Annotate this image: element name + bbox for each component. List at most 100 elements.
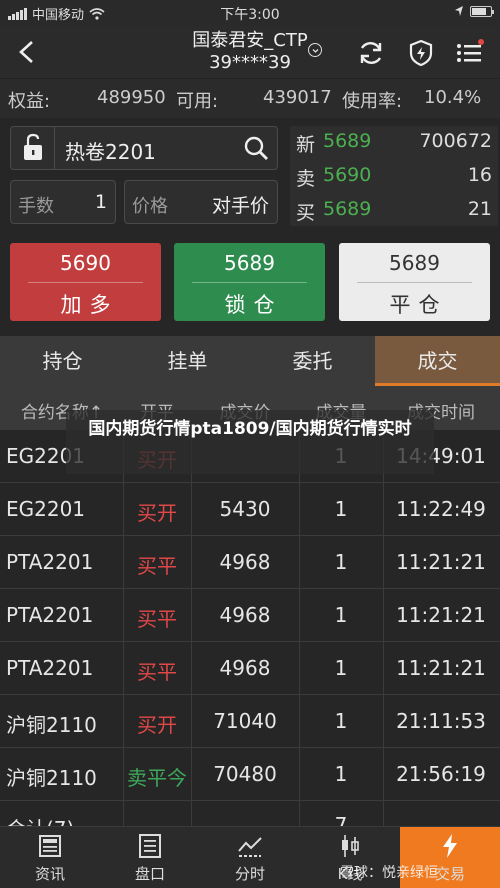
price-value[interactable]: 对手价 [212, 191, 269, 218]
buy-open-button[interactable]: 5690 加多 [10, 243, 161, 321]
cell-price: 71040 [213, 709, 277, 733]
article-title-overlay: 国内期货行情pta1809/国内期货行情实时 [66, 410, 434, 474]
orderbook-icon [139, 834, 161, 858]
quote-label: 卖 [296, 168, 316, 190]
total-qty: 7 [334, 813, 348, 826]
cell-qty: 1 [334, 603, 348, 627]
candlestick-icon [342, 835, 359, 857]
tab-trades[interactable]: 成交 [375, 336, 500, 386]
cell-side: 买开 [137, 713, 177, 737]
close-price: 5689 [389, 251, 440, 275]
lightning-icon [443, 834, 457, 858]
buy-price: 5690 [60, 251, 111, 275]
menu-icon[interactable] [454, 38, 484, 68]
price-label: 价格 [132, 196, 168, 217]
quote-price: 5690 [323, 164, 372, 186]
total-label: 合计(7) [6, 813, 122, 826]
usage-value: 10.4% [424, 87, 482, 108]
cell-contract: 沪铜2110 [6, 766, 97, 790]
tab-orders[interactable]: 委托 [250, 336, 375, 386]
nav-intraday[interactable]: 分时 [200, 827, 300, 888]
cell-side: 买开 [137, 501, 177, 525]
cell-price: 70480 [213, 762, 277, 786]
buy-action: 加多 [60, 293, 119, 317]
shield-icon[interactable] [406, 38, 436, 68]
cell-side: 买平 [137, 554, 177, 578]
symbol-field[interactable]: 热卷2201 [10, 126, 278, 170]
cell-price: 4968 [219, 603, 271, 627]
table-row[interactable]: PTA2201 买平 4968 1 11:21:21 [0, 589, 500, 642]
nav-orderbook-label: 盘口 [134, 865, 165, 883]
table-row[interactable]: PTA2201 买平 4968 1 11:21:21 [0, 642, 500, 695]
nav-news[interactable]: 资讯 [0, 827, 100, 888]
quote-label: 买 [296, 202, 316, 224]
cell-qty: 1 [334, 497, 348, 521]
battery-icon [470, 5, 494, 17]
nav-news-label: 资讯 [34, 865, 65, 883]
cell-time: 21:56:19 [396, 762, 486, 786]
cell-contract: PTA2201 [6, 656, 94, 680]
equity-label: 权益: [8, 91, 51, 112]
available-value: 439017 [263, 87, 332, 108]
quote-price: 5689 [323, 130, 372, 152]
cell-side: 买平 [137, 607, 177, 631]
tab-pending[interactable]: 挂单 [125, 336, 250, 386]
lock-toggle[interactable] [11, 127, 55, 169]
quote-price: 5689 [323, 198, 372, 220]
cell-time: 21:11:53 [396, 709, 486, 733]
chevron-down-icon[interactable] [308, 43, 322, 57]
unlock-icon [24, 133, 42, 160]
quantity-value[interactable]: 1 [95, 191, 107, 213]
cell-time: 11:21:21 [396, 550, 486, 574]
lock-price: 5689 [224, 251, 275, 275]
table-total-row: 合计(7) 7 [0, 801, 500, 826]
refresh-icon[interactable] [356, 38, 386, 68]
table-row[interactable]: EG2201 买开 5430 1 11:22:49 [0, 483, 500, 536]
quantity-field[interactable]: 手数 1 [10, 180, 116, 224]
lock-action: 锁仓 [224, 293, 283, 317]
search-icon[interactable] [243, 135, 269, 161]
account-summary: 权益: 489950 可用: 439017 使用率: 10.4% [0, 78, 500, 118]
table-row[interactable]: PTA2201 买平 4968 1 11:21:21 [0, 536, 500, 589]
cell-time: 11:21:21 [396, 656, 486, 680]
watermark: 雪球：悦亲绿恒 [340, 865, 438, 881]
quote-row-bid: 买 5689 21 [290, 194, 498, 227]
quote-panel: 新 5689 700672 卖 5690 16 买 5689 21 [290, 126, 498, 226]
table-row[interactable]: 沪铜2110 卖平今 70480 1 21:56:19 [0, 748, 500, 801]
quote-volume: 16 [467, 164, 492, 186]
cell-price: 4968 [219, 656, 271, 680]
close-action: 平仓 [389, 293, 448, 317]
nav-bar: 国泰君安_CTP 39****39 [0, 26, 500, 78]
lock-position-button[interactable]: 5689 锁仓 [174, 243, 325, 321]
tab-positions[interactable]: 持仓 [0, 336, 125, 386]
close-position-button[interactable]: 5689 平仓 [339, 243, 490, 321]
nav-orderbook[interactable]: 盘口 [100, 827, 200, 888]
cell-time: 11:21:21 [396, 603, 486, 627]
equity-value: 489950 [97, 87, 166, 108]
cell-qty: 1 [334, 709, 348, 733]
cell-qty: 1 [334, 762, 348, 786]
status-bar: 中国移动 下午3:00 [0, 0, 500, 26]
usage-label: 使用率: [342, 91, 403, 112]
symbol-input[interactable]: 热卷2201 [65, 136, 156, 165]
quote-volume: 700672 [419, 130, 492, 152]
line-chart-icon [238, 837, 262, 857]
back-icon[interactable] [12, 36, 42, 68]
cell-contract: EG2201 [6, 497, 86, 521]
price-field[interactable]: 价格 对手价 [124, 180, 278, 224]
order-panel: 热卷2201 手数 1 价格 对手价 新 5689 700672 卖 5690 … [0, 118, 500, 336]
cell-price: 5430 [219, 497, 271, 521]
nav-intraday-label: 分时 [234, 865, 265, 883]
status-time: 下午3:00 [220, 7, 280, 23]
cell-qty: 1 [334, 656, 348, 680]
cell-time: 11:22:49 [396, 497, 486, 521]
cell-contract: 沪铜2110 [6, 713, 97, 737]
cell-qty: 1 [334, 550, 348, 574]
cell-contract: PTA2201 [6, 550, 94, 574]
table-row[interactable]: 沪铜2110 买开 71040 1 21:11:53 [0, 695, 500, 748]
quantity-label: 手数 [18, 196, 54, 217]
cell-contract: PTA2201 [6, 603, 94, 627]
available-label: 可用: [176, 91, 219, 112]
location-icon [455, 6, 463, 16]
quote-row-last: 新 5689 700672 [290, 126, 498, 159]
